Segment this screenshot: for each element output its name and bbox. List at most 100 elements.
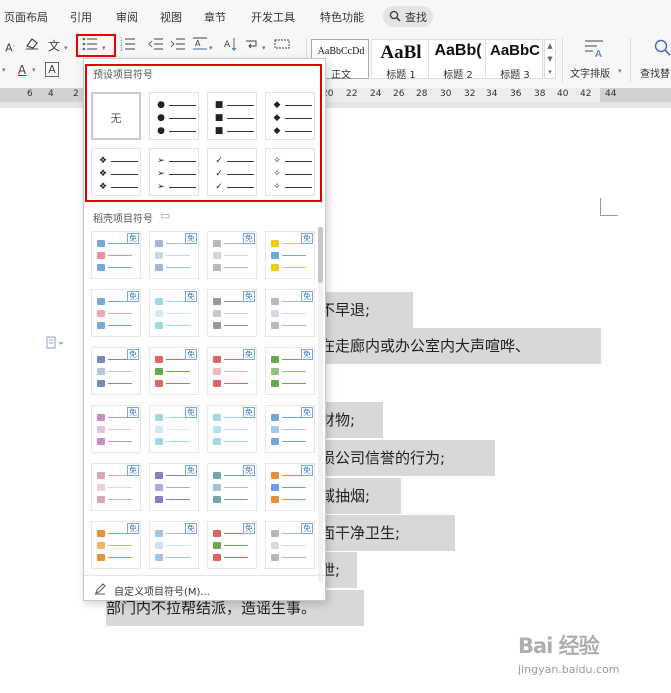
template-bullet-line <box>282 383 306 384</box>
paragraph-mark-icon[interactable] <box>242 37 262 55</box>
template-bullet-4[interactable]: 免 <box>265 231 315 279</box>
menu-special[interactable]: 特色功能 <box>320 9 364 25</box>
style-gallery-scroll[interactable]: ▲ ▼ ▾ <box>544 39 556 79</box>
svg-text:A: A <box>224 40 231 50</box>
template-bullet-8[interactable]: 免 <box>265 289 315 337</box>
document-line-4[interactable]: 有损公司信誉的行为; <box>305 440 495 476</box>
menu-view[interactable]: 视图 <box>160 9 182 25</box>
template-bullet-icon <box>97 322 105 329</box>
table-border-icon[interactable] <box>272 37 292 55</box>
font-dropdown-icon[interactable]: ▾ <box>2 66 6 74</box>
free-badge: 免 <box>243 291 255 302</box>
preset-bullet-5[interactable]: ➢ ➢ ➢ <box>149 148 199 196</box>
template-bullet-18[interactable]: 免 <box>149 463 199 511</box>
sort-icon[interactable]: A <box>220 37 240 55</box>
preset-none[interactable]: 无 <box>91 92 141 140</box>
free-badge: 免 <box>127 465 139 476</box>
template-bullet-line <box>224 325 248 326</box>
bullet-symbol: ◆ <box>273 113 281 123</box>
text-layout-label[interactable]: 文字排版 <box>570 65 610 80</box>
character-spacing-icon[interactable]: A <box>190 37 210 55</box>
preset-bullet-7[interactable]: ✧ ✧ ✧ <box>265 148 315 196</box>
text-layout-dropdown-icon[interactable]: ▾ <box>618 67 622 75</box>
style-heading-2[interactable]: AaBb( 标题 2 <box>428 39 486 81</box>
template-bullet-21[interactable]: 免 <box>91 521 141 569</box>
template-bullet-19[interactable]: 免 <box>207 463 257 511</box>
document-line-6[interactable]: 桌面干净卫生; <box>305 515 455 551</box>
template-bullet-12[interactable]: 免 <box>265 347 315 395</box>
font-color-dropdown-icon[interactable]: ▾ <box>32 66 36 74</box>
panel-scrollbar-thumb[interactable] <box>318 227 323 283</box>
template-bullet-6[interactable]: 免 <box>149 289 199 337</box>
template-bullet-icon <box>213 472 221 479</box>
template-bullet-icon <box>155 496 163 503</box>
template-bullet-line <box>282 499 306 500</box>
template-bullet-13[interactable]: 免 <box>91 405 141 453</box>
template-bullet-24[interactable]: 免 <box>265 521 315 569</box>
paragraph-dropdown-icon[interactable]: ▾ <box>262 44 266 52</box>
phonetic-icon[interactable]: 文 <box>44 37 64 55</box>
template-bullet-1[interactable]: 免 <box>91 231 141 279</box>
separator <box>562 38 563 82</box>
menu-page-layout[interactable]: 页面布局 <box>4 9 48 25</box>
ruler-number: 28 <box>416 89 428 99</box>
numbered-list-icon[interactable]: 1 2 3 <box>118 37 138 55</box>
template-bullet-20[interactable]: 免 <box>265 463 315 511</box>
increase-indent-icon[interactable] <box>168 37 188 55</box>
template-bullet-17[interactable]: 免 <box>91 463 141 511</box>
bullet-line <box>285 161 312 162</box>
template-bullet-10[interactable]: 免 <box>149 347 199 395</box>
character-border-icon[interactable]: A <box>42 61 62 79</box>
template-bullet-14[interactable]: 免 <box>149 405 199 453</box>
preset-bullet-4[interactable]: ❖ ❖ ❖ <box>91 148 141 196</box>
paragraph-options-icon[interactable] <box>46 336 66 350</box>
menu-developer[interactable]: 开发工具 <box>251 9 295 25</box>
style-heading-1[interactable]: AaBl 标题 1 <box>371 39 429 81</box>
style-name: 标题 1 <box>386 70 416 81</box>
free-badge: 免 <box>301 465 313 476</box>
template-bullet-2[interactable]: 免 <box>149 231 199 279</box>
bullet-preview-row: ❖ <box>98 168 138 180</box>
find-replace-label[interactable]: 查找替 <box>640 65 670 80</box>
bullet-line <box>285 131 312 132</box>
template-bullet-line <box>108 383 132 384</box>
template-bullet-22[interactable]: 免 <box>149 521 199 569</box>
free-badge: 免 <box>301 233 313 244</box>
text-layout-icon[interactable]: A <box>582 38 606 60</box>
font-color-icon[interactable]: A <box>12 61 32 79</box>
decrease-indent-icon[interactable] <box>146 37 166 55</box>
ruler-number: 34 <box>486 89 498 99</box>
template-bullet-9[interactable]: 免 <box>91 347 141 395</box>
comment-icon[interactable]: ▭ <box>160 209 170 222</box>
style-heading-3[interactable]: AaBbC 标题 3 <box>485 39 543 81</box>
template-bullet-16[interactable]: 免 <box>265 405 315 453</box>
template-bullet-5[interactable]: 免 <box>91 289 141 337</box>
bullet-preview-row: ● <box>156 99 196 111</box>
template-bullet-15[interactable]: 免 <box>207 405 257 453</box>
phonetic-dropdown-icon[interactable]: ▾ <box>64 44 68 52</box>
menu-references[interactable]: 引用 <box>70 9 92 25</box>
clear-format-icon[interactable] <box>22 37 42 55</box>
template-bullet-11[interactable]: 免 <box>207 347 257 395</box>
font-size-decrease-icon[interactable]: A- <box>0 37 20 55</box>
template-bullet-icon <box>155 554 163 561</box>
search-button[interactable]: 查找 <box>383 6 433 27</box>
template-bullet-23[interactable]: 免 <box>207 521 257 569</box>
style-preview: AaBbC <box>489 42 540 59</box>
preset-bullet-3[interactable]: ◆ ◆ ◆ <box>265 92 315 140</box>
find-replace-icon[interactable] <box>652 38 671 60</box>
preset-bullet-1[interactable]: ● ● ● <box>149 92 199 140</box>
free-badge: 免 <box>301 407 313 418</box>
free-badge: 免 <box>243 523 255 534</box>
menu-chapter[interactable]: 章节 <box>204 9 226 25</box>
preset-bullet-6[interactable]: ✓ ✓ ✓ <box>207 148 257 196</box>
custom-bullet-button[interactable]: 自定义项目符号(M)... <box>84 575 325 601</box>
template-bullet-line <box>166 371 190 372</box>
menu-review[interactable]: 审阅 <box>116 9 138 25</box>
preset-bullet-2[interactable]: ■ ■ ■ <box>207 92 257 140</box>
free-badge: 免 <box>185 291 197 302</box>
template-bullet-7[interactable]: 免 <box>207 289 257 337</box>
template-bullet-3[interactable]: 免 <box>207 231 257 279</box>
spacing-dropdown-icon[interactable]: ▾ <box>209 44 213 52</box>
document-line-2[interactable]: 得在走廊内或办公室内大声喧哗、 <box>305 328 601 364</box>
